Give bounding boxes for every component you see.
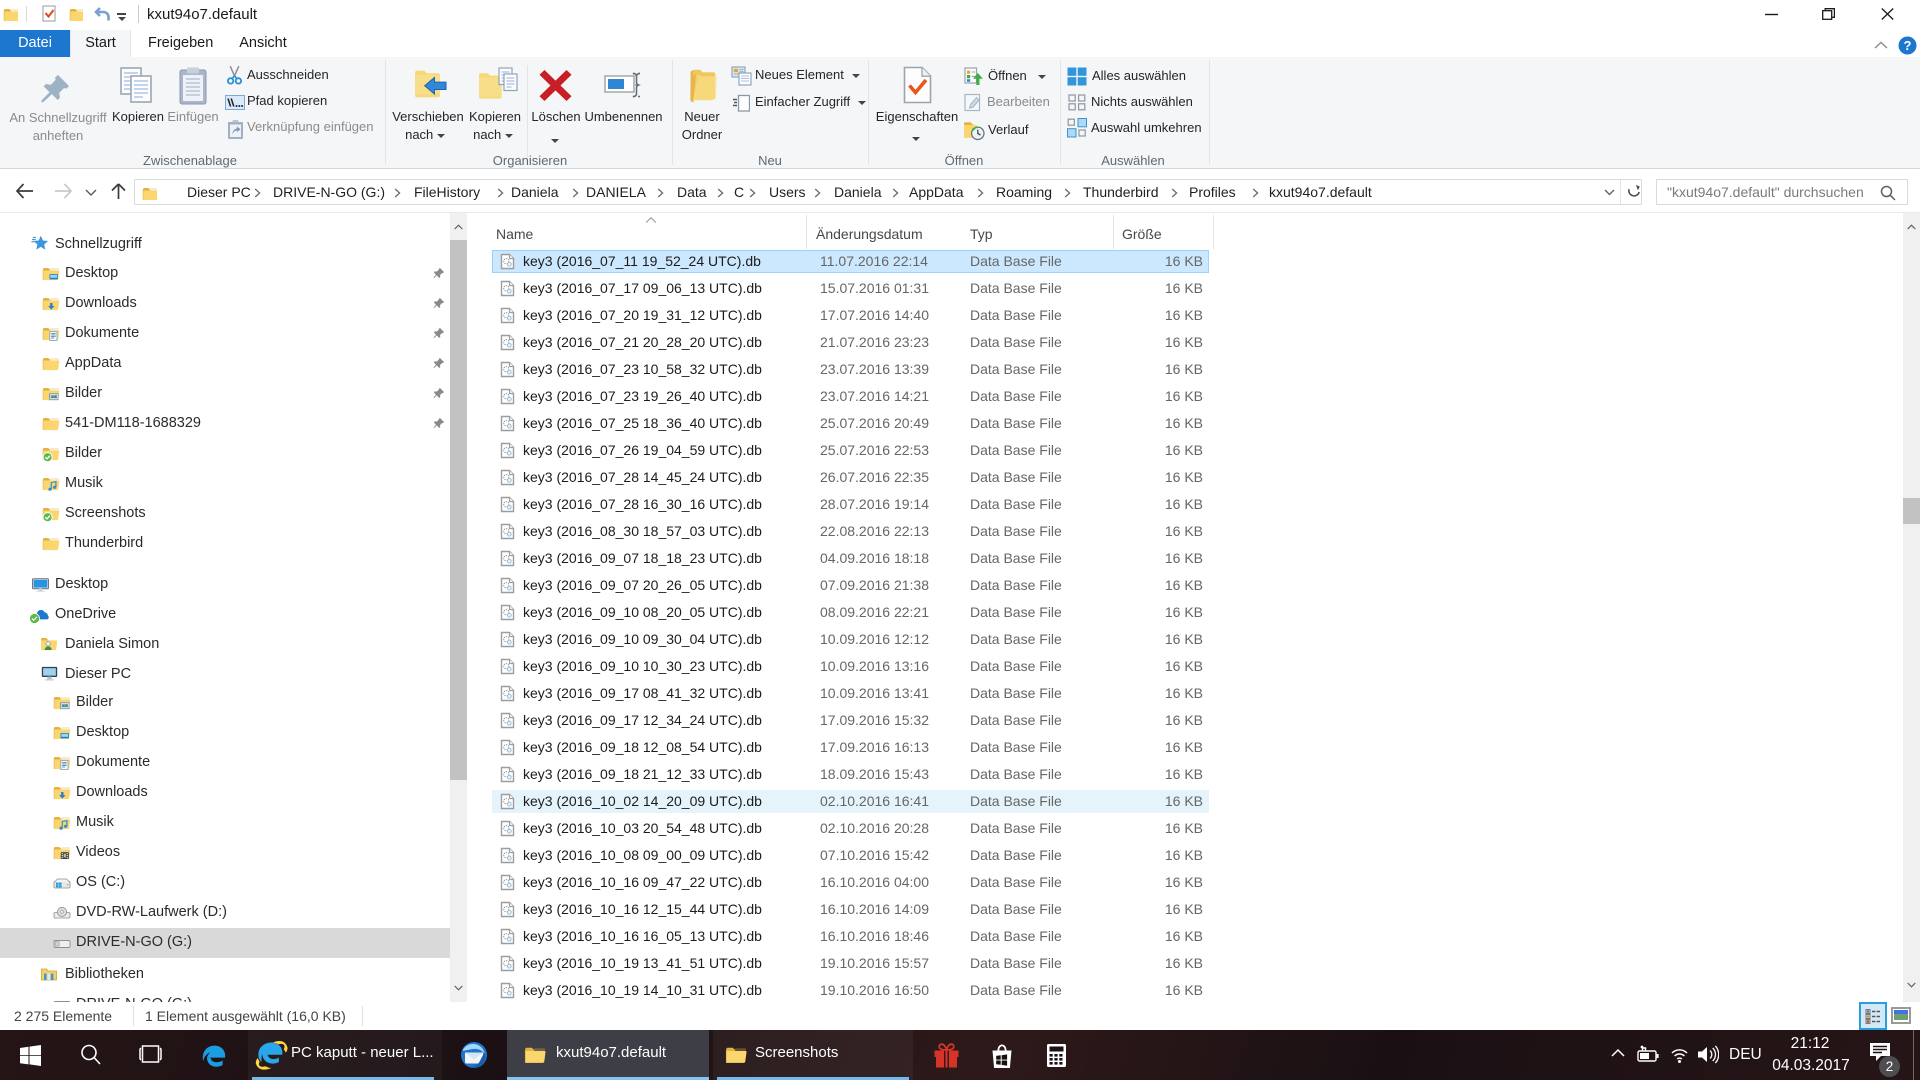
svg-text:?: ? [1904, 38, 1912, 53]
